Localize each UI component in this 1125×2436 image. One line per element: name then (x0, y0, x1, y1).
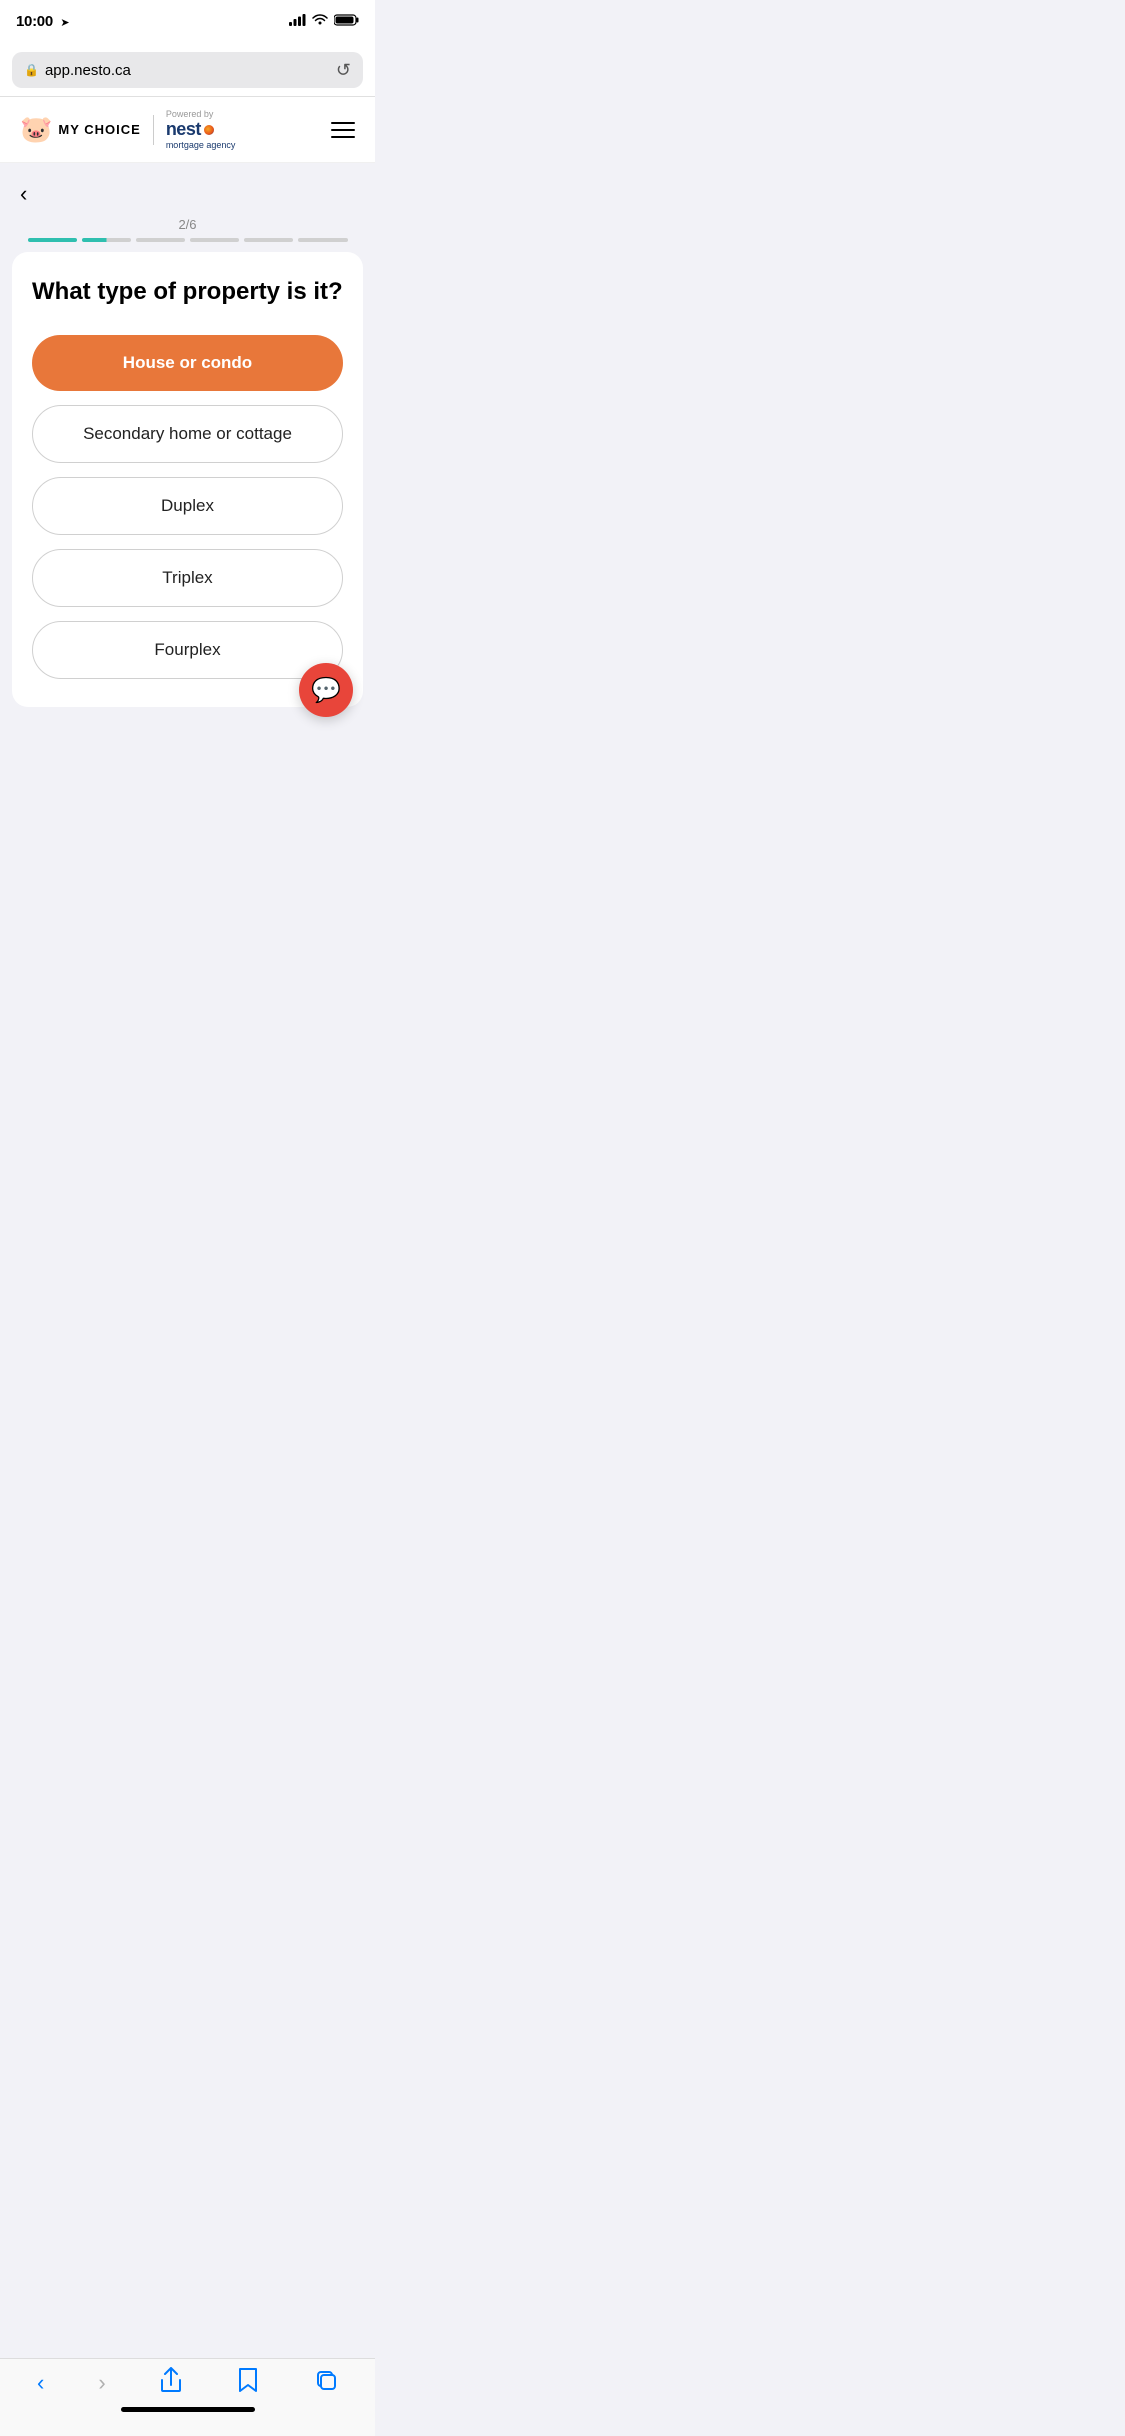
refresh-button[interactable]: ↺ (336, 60, 351, 81)
battery-icon (334, 13, 359, 31)
option-secondary-home[interactable]: Secondary home or cottage (32, 405, 343, 463)
progress-seg-2 (82, 238, 131, 242)
safari-share-button[interactable] (160, 2367, 182, 2399)
hamburger-line-1 (331, 122, 355, 124)
safari-tabs-button[interactable] (314, 2368, 338, 2398)
progress-bars (28, 238, 348, 242)
back-button[interactable]: ‹ (20, 181, 27, 206)
options-list: House or condo Secondary home or cottage… (32, 335, 343, 679)
logo-divider (153, 115, 154, 145)
back-area: ‹ (0, 163, 375, 217)
progress-seg-1 (28, 238, 77, 242)
status-time: 10:00 (16, 13, 53, 30)
header: 🐷 MY CHOICE Powered by nest mortgage age… (0, 97, 375, 163)
question-card: What type of property is it? House or co… (12, 252, 363, 707)
status-time-area: 10:00 ➤ (16, 13, 70, 31)
option-house-condo[interactable]: House or condo (32, 335, 343, 391)
safari-back-button[interactable]: ‹ (37, 2370, 44, 2396)
option-fourplex[interactable]: Fourplex (32, 621, 343, 679)
progress-area: 2/6 (0, 217, 375, 252)
nesto-brand: nest (166, 119, 236, 140)
location-arrow-icon: ➤ (60, 17, 69, 29)
progress-label: 2/6 (178, 217, 196, 232)
safari-bookmarks-button[interactable] (236, 2367, 260, 2399)
piggy-icon: 🐷 (20, 114, 52, 145)
status-bar: 10:00 ➤ (0, 0, 375, 44)
option-triplex[interactable]: Triplex (32, 549, 343, 607)
nesto-dot-icon (204, 125, 214, 135)
question-title: What type of property is it? (32, 276, 343, 307)
safari-forward-button[interactable]: › (98, 2370, 105, 2396)
progress-seg-3 (136, 238, 185, 242)
status-icons (289, 13, 359, 31)
powered-by-text: Powered by (166, 109, 236, 119)
chat-fab-icon: 💬 (311, 676, 341, 705)
address-url: app.nesto.ca (45, 62, 131, 79)
progress-seg-5 (244, 238, 293, 242)
lock-icon: 🔒 (24, 63, 39, 77)
wifi-icon (312, 13, 328, 31)
option-duplex[interactable]: Duplex (32, 477, 343, 535)
main-content: ‹ 2/6 What type of property is it? House… (0, 163, 375, 763)
hamburger-line-3 (331, 136, 355, 138)
home-indicator (121, 2407, 255, 2412)
logo-area: 🐷 MY CHOICE Powered by nest mortgage age… (20, 109, 235, 150)
hamburger-line-2 (331, 129, 355, 131)
signal-icon (289, 13, 306, 31)
hamburger-menu[interactable] (331, 122, 355, 138)
my-choice-logo: 🐷 MY CHOICE (20, 114, 141, 145)
progress-seg-6 (298, 238, 347, 242)
address-bar-container: 🔒 app.nesto.ca ↺ (0, 44, 375, 97)
nesto-logo-area: Powered by nest mortgage agency (166, 109, 236, 150)
nesto-text: nest (166, 119, 201, 140)
mortgage-text: mortgage agency (166, 140, 236, 150)
progress-seg-4 (190, 238, 239, 242)
chat-fab-button[interactable]: 💬 (299, 663, 353, 717)
my-choice-text: MY CHOICE (58, 122, 140, 137)
address-bar[interactable]: 🔒 app.nesto.ca ↺ (12, 52, 363, 88)
safari-bottom-bar: ‹ › (0, 2358, 375, 2436)
safari-nav-icons: ‹ › (0, 2367, 375, 2399)
